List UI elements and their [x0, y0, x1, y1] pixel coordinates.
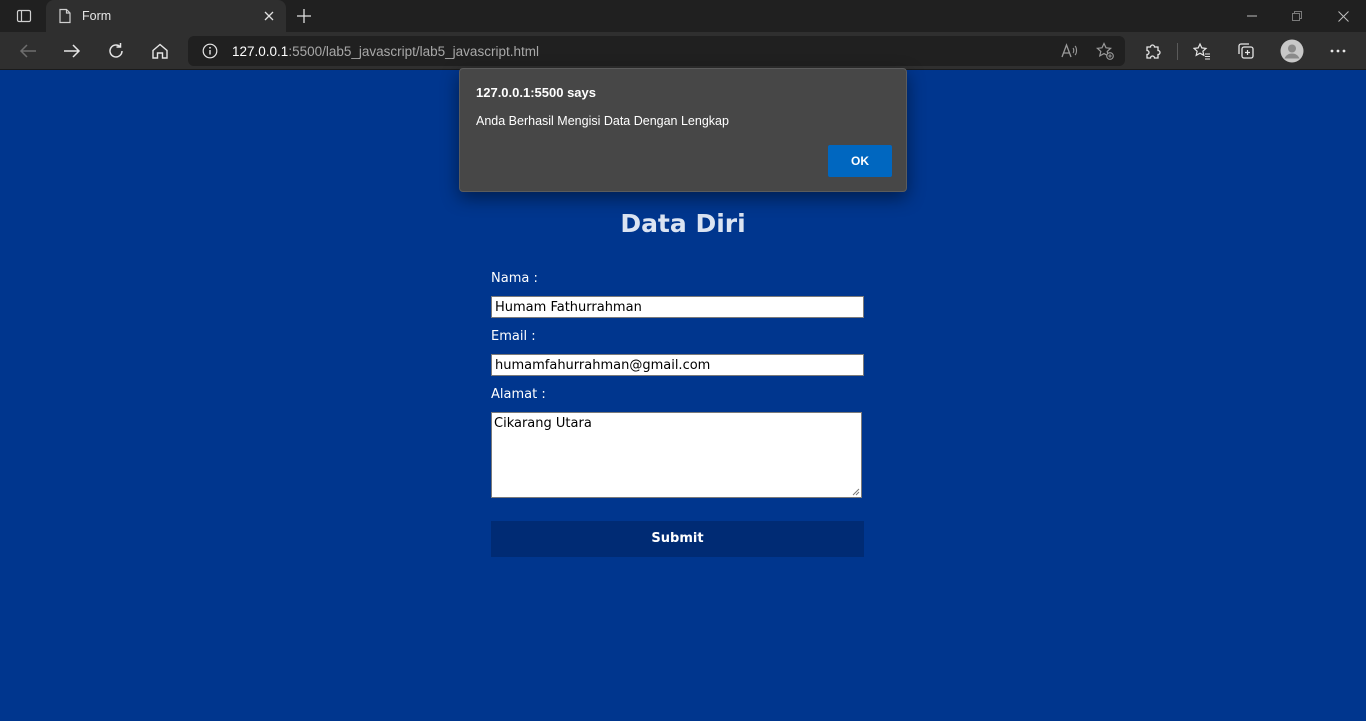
page-title: Data Diri: [620, 209, 746, 238]
collections-button[interactable]: [1230, 35, 1262, 67]
back-icon: [19, 44, 36, 58]
toolbar-separator: [1177, 43, 1178, 60]
refresh-icon: [109, 43, 123, 58]
restore-icon: [1292, 11, 1302, 21]
dialog-title: 127.0.0.1:5500 says: [476, 85, 596, 100]
ok-button[interactable]: OK: [828, 145, 892, 177]
collections-icon: [1238, 43, 1254, 59]
info-icon: [202, 43, 218, 59]
email-label: Email :: [491, 329, 536, 344]
resize-grip-icon[interactable]: [852, 488, 860, 496]
home-icon: [152, 43, 168, 59]
url-text: 127.0.0.1:5500/lab5_javascript/lab5_java…: [232, 44, 539, 59]
alamat-textarea[interactable]: Cikarang Utara: [491, 412, 862, 498]
close-tab-icon: [264, 11, 274, 21]
close-tab-button[interactable]: [256, 3, 282, 29]
site-info-button[interactable]: [196, 36, 224, 66]
tab-actions-button[interactable]: [8, 4, 40, 28]
add-favorite-button[interactable]: [1089, 36, 1121, 66]
submit-button[interactable]: Submit: [491, 521, 864, 557]
restore-button[interactable]: [1274, 0, 1320, 32]
alamat-label: Alamat :: [491, 387, 546, 402]
browser-toolbar: 127.0.0.1:5500/lab5_javascript/lab5_java…: [0, 32, 1366, 70]
alert-dialog: 127.0.0.1:5500 says Anda Berhasil Mengis…: [459, 68, 907, 192]
read-aloud-icon: [1061, 43, 1078, 58]
minimize-icon: [1247, 15, 1257, 17]
profile-icon: [1280, 39, 1304, 63]
url-host: 127.0.0.1: [232, 43, 289, 59]
dialog-message: Anda Berhasil Mengisi Data Dengan Lengka…: [476, 114, 729, 128]
forward-button[interactable]: [56, 35, 88, 67]
forward-icon: [64, 44, 81, 58]
minimize-button[interactable]: [1229, 0, 1275, 32]
refresh-button[interactable]: [100, 35, 132, 67]
extensions-button[interactable]: [1137, 35, 1169, 67]
favorites-button[interactable]: [1186, 35, 1218, 67]
close-window-button[interactable]: [1320, 0, 1366, 32]
alamat-value: Cikarang Utara: [494, 416, 592, 431]
more-icon: [1330, 49, 1346, 53]
profile-button[interactable]: [1276, 35, 1308, 67]
nama-input[interactable]: [491, 296, 864, 318]
favorites-icon: [1193, 42, 1210, 60]
email-input[interactable]: [491, 354, 864, 376]
tab-actions-icon: [16, 9, 32, 23]
tab-form[interactable]: Form: [46, 0, 286, 32]
new-tab-button[interactable]: [290, 3, 318, 29]
new-tab-icon: [297, 9, 311, 23]
tab-title: Form: [82, 9, 112, 23]
home-button[interactable]: [144, 35, 176, 67]
close-window-icon: [1337, 10, 1349, 22]
nama-label: Nama :: [491, 271, 538, 286]
page-icon: [59, 8, 71, 24]
read-aloud-button[interactable]: [1054, 36, 1086, 66]
add-favorite-icon: [1096, 42, 1114, 60]
extensions-icon: [1146, 44, 1161, 59]
back-button[interactable]: [12, 35, 44, 67]
more-button[interactable]: [1322, 35, 1354, 67]
url-path: :5500/lab5_javascript/lab5_javascript.ht…: [288, 43, 539, 59]
title-bar: Form: [0, 0, 1366, 32]
address-bar[interactable]: 127.0.0.1:5500/lab5_javascript/lab5_java…: [188, 36, 1125, 66]
